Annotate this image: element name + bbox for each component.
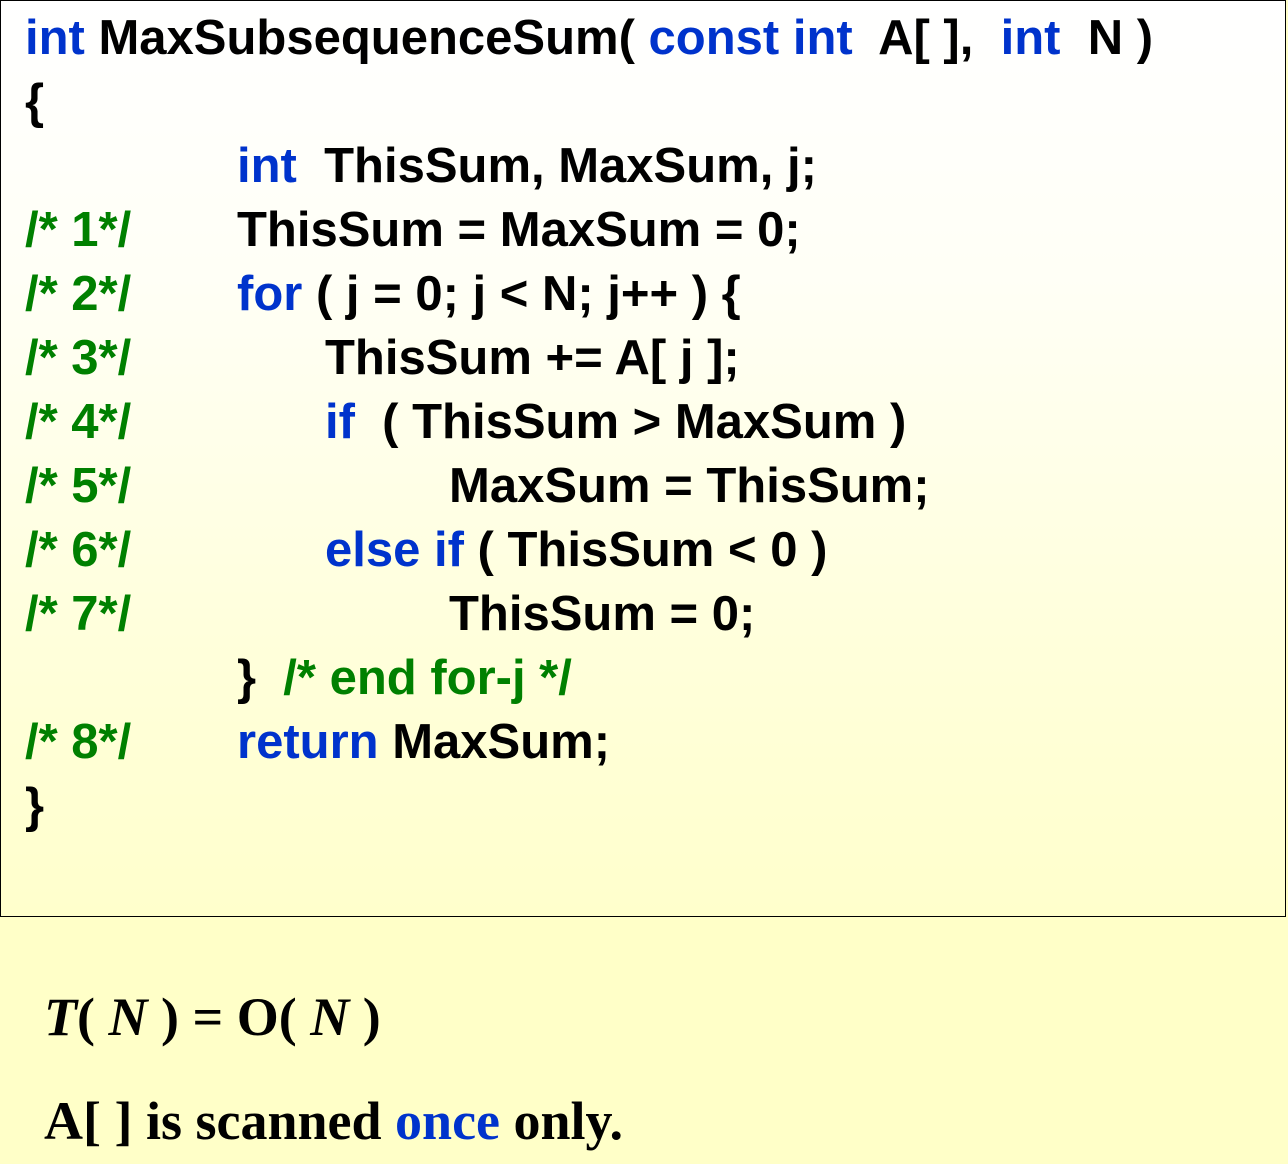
scan-note-end: only. (500, 1091, 624, 1151)
statement: return MaxSum; (237, 710, 610, 774)
line-number: /* 7*/ (25, 587, 132, 641)
formula-mid: ) = O( (147, 987, 311, 1047)
statement: for ( j = 0; j < N; j++ ) { (237, 262, 741, 326)
keyword-for: for (237, 267, 303, 321)
formula-n: N (108, 987, 148, 1047)
function-name: MaxSubsequenceSum( (84, 11, 649, 65)
keyword-if: if (325, 395, 355, 449)
line-number: /* 8*/ (25, 715, 132, 769)
return-value: MaxSum; (378, 715, 611, 769)
formula-t: T (44, 987, 77, 1047)
code-line-8: /* 8*/ return MaxSum; (1, 710, 610, 774)
formula-close: ) (349, 987, 381, 1047)
code-line-decl: int ThisSum, MaxSum, j; (1, 134, 817, 198)
line-number: /* 4*/ (25, 395, 132, 449)
scan-note-start: A[ ] is scanned (44, 1091, 396, 1151)
code-line-close-brace: } (1, 774, 55, 838)
code-line-7: /* 7*/ ThisSum = 0; (1, 582, 755, 646)
statement: ThisSum += A[ j ]; (325, 331, 740, 385)
scan-note-highlight: once (395, 1091, 500, 1151)
keyword-int: int (25, 11, 85, 65)
line-number: /* 2*/ (25, 267, 132, 321)
statement: ThisSum = 0; (449, 587, 756, 641)
function-signature: int MaxSubsequenceSum( const int A[ ], i… (25, 6, 1153, 70)
code-line-2: /* 2*/ for ( j = 0; j < N; j++ ) { (1, 262, 741, 326)
close-brace: } (25, 779, 45, 833)
for-header: ( j = 0; j < N; j++ ) { (302, 267, 741, 321)
code-line-6: /* 6*/ else if ( ThisSum < 0 ) (1, 518, 827, 582)
end-for: } /* end for-j */ (237, 646, 572, 710)
code-line-end-for: } /* end for-j */ (1, 646, 572, 710)
param-array: A[ ], (852, 11, 1001, 65)
else-if-condition: ( ThisSum < 0 ) (463, 523, 828, 577)
scan-note: A[ ] is scanned once only. (44, 1090, 623, 1152)
complexity-formula: T( N ) = O( N ) (44, 986, 381, 1048)
line-number: /* 1*/ (25, 203, 132, 257)
statement: MaxSum = ThisSum; (449, 459, 930, 513)
keyword-return: return (237, 715, 379, 769)
formula-open: ( (77, 987, 109, 1047)
line-number: /* 5*/ (25, 459, 132, 513)
statement: else if ( ThisSum < 0 ) (325, 518, 827, 582)
formula-n: N (310, 987, 350, 1047)
close-brace: } (237, 651, 284, 705)
code-line-1: /* 1*/ ThisSum = MaxSum = 0; (1, 198, 801, 262)
keyword-int: int (1000, 11, 1061, 65)
variable-declaration: int ThisSum, MaxSum, j; (237, 134, 817, 198)
decl-vars: ThisSum, MaxSum, j; (296, 139, 817, 193)
line-number: /* 6*/ (25, 523, 132, 577)
line-number: /* 3*/ (25, 331, 132, 385)
end-for-comment: /* end for-j */ (283, 651, 572, 705)
param-n: N ) (1060, 11, 1154, 65)
keyword-int: int (237, 139, 297, 193)
keyword-else-if: else if (325, 523, 464, 577)
code-line-5: /* 5*/ MaxSum = ThisSum; (1, 454, 930, 518)
code-line-open-brace: { (1, 70, 55, 134)
statement: ThisSum = MaxSum = 0; (237, 203, 801, 257)
code-line-3: /* 3*/ ThisSum += A[ j ]; (1, 326, 740, 390)
code-line-signature: int MaxSubsequenceSum( const int A[ ], i… (1, 6, 1153, 70)
statement: if ( ThisSum > MaxSum ) (325, 390, 906, 454)
open-brace: { (25, 75, 45, 129)
code-panel: int MaxSubsequenceSum( const int A[ ], i… (0, 0, 1286, 917)
code-line-4: /* 4*/ if ( ThisSum > MaxSum ) (1, 390, 906, 454)
keyword-const-int: const int (648, 11, 853, 65)
if-condition: ( ThisSum > MaxSum ) (354, 395, 907, 449)
